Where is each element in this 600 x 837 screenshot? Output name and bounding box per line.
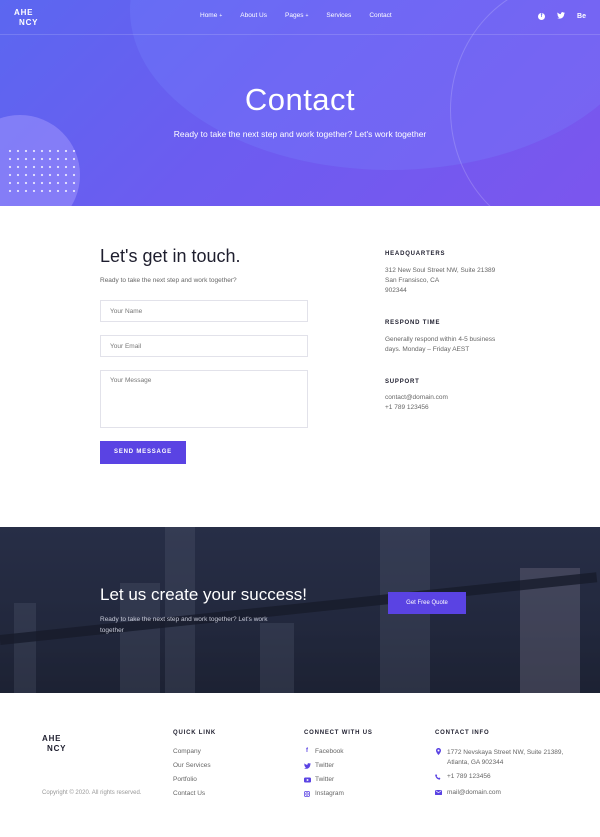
twitter-icon[interactable] [557,12,566,21]
get-free-quote-button[interactable]: Get Free Quote [388,592,466,614]
nav-home-label: Home [200,12,218,19]
connect-heading: CONNECT WITH US [304,730,373,736]
headquarters-heading: HEADQUARTERS [385,251,446,257]
footer-link-twitter[interactable]: Twitter [315,762,334,769]
hq-line-2: San Fransisco, CA [385,277,440,284]
hero-subtitle: Ready to take the next step and work tog… [173,129,427,139]
footer-logo-line-1: AHE [42,734,62,743]
footer-link-portfolio[interactable]: Portfolio [173,776,197,783]
message-field[interactable]: Your Message [100,370,308,428]
twitter-icon [303,763,311,771]
footer-link-company[interactable]: Company [173,748,201,755]
contact-heading: Let's get in touch. [100,246,241,266]
footer-link-twitter-2[interactable]: Twitter [315,776,334,783]
footer-logo[interactable]: AHE NCY [42,734,66,754]
logo-line-2: NCY [19,18,39,27]
main-nav: Home + About Us Pages + Services Contact [200,12,410,19]
footer-email-link[interactable]: mail@domain.com [447,789,501,796]
nav-home-caret: + [219,13,223,19]
quick-link-heading: QUICK LINK [173,730,216,736]
footer-address-line-2: Atlanta, GA 902344 [447,759,504,766]
footer-phone: +1 789 123456 [447,773,491,780]
footer-address: 1772 Nevskaya Street NW, Suite 21389, At… [447,748,563,768]
nav-contact-label: Contact [369,12,392,19]
hero-dot-pattern [6,147,78,192]
contact-subtitle: Ready to take the next step and work tog… [100,277,237,284]
support-email-link[interactable]: contact@domain.com [385,393,448,403]
cta-overlay [0,527,600,693]
phone-icon [434,774,442,782]
respond-line-1: Generally respond within 4-5 business [385,336,496,343]
footer-logo-line-2: NCY [47,744,67,753]
hq-line-3: 902344 [385,287,407,294]
support-contact: contact@domain.com +1 789 123456 [385,393,448,413]
nav-about-us[interactable]: About Us [240,12,267,19]
nav-about-label: About Us [240,12,268,19]
page-title: Contact [244,82,356,117]
youtube-icon [303,777,311,785]
headquarters-address: 312 New Soul Street NW, Suite 21389 San … [385,266,495,296]
facebook-icon[interactable]: f [538,13,546,20]
copyright-text: Copyright © 2020. All rights reserved. [42,790,142,796]
nav-contact[interactable]: Contact [369,12,391,19]
behance-icon[interactable]: Be [577,13,586,20]
nav-home[interactable]: Home + [200,12,222,19]
respond-time-text: Generally respond within 4-5 business da… [385,335,495,355]
respond-time-heading: RESPOND TIME [385,320,441,326]
nav-pages[interactable]: Pages + [285,12,308,19]
send-message-button[interactable]: SEND MESSAGE [100,441,186,464]
contact-info-heading: CONTACT INFO [435,730,490,736]
map-pin-icon [434,748,442,757]
nav-services-label: Services [326,12,352,19]
footer-link-facebook[interactable]: Facebook [315,748,344,755]
header-socials: f Be [538,12,586,21]
support-heading: SUPPORT [385,379,420,385]
nav-pages-caret: + [305,13,309,19]
cta-heading: Let us create your success! [100,585,307,604]
hero-section: AHE NCY Home + About Us Pages + Services C… [0,0,600,206]
header-divider [0,34,600,35]
nav-services[interactable]: Services [326,12,351,19]
support-phone: +1 789 123456 [385,404,429,411]
cta-subtitle: Ready to take the next step and work tog… [100,616,268,634]
nav-pages-label: Pages [285,12,304,19]
name-field[interactable]: Your Name [100,300,308,322]
respond-line-2: days. Monday – Friday AEST [385,346,470,353]
logo-line-1: AHE [14,8,34,17]
email-field[interactable]: Your Email [100,335,308,357]
footer-address-line-1: 1772 Nevskaya Street NW, Suite 21389, [447,749,564,756]
footer-link-services[interactable]: Our Services [173,762,211,769]
mail-icon [434,790,442,797]
cta-section: Let us create your success! Ready to tak… [0,527,600,693]
instagram-icon [303,791,311,799]
footer-link-instagram[interactable]: Instagram [315,790,344,797]
hq-line-1: 312 New Soul Street NW, Suite 21389 [385,267,496,274]
facebook-icon: f [306,748,308,754]
footer-link-contact[interactable]: Contact Us [173,790,205,797]
site-logo[interactable]: AHE NCY [14,8,38,28]
